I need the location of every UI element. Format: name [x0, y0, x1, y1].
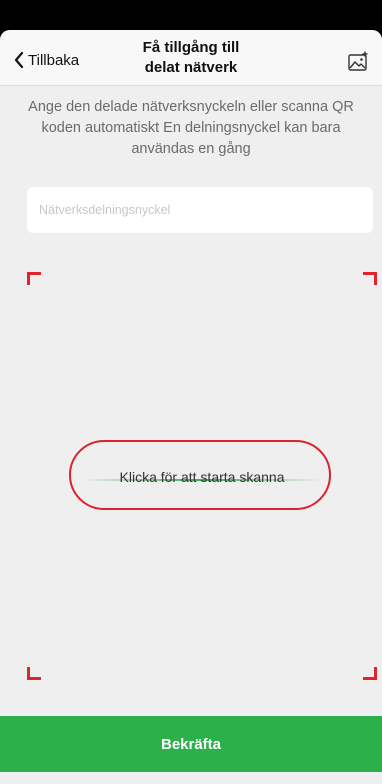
page-title-line-2: delat nätverk: [144, 59, 238, 76]
network-key-input[interactable]: [27, 187, 373, 233]
instructions-text: Ange den delade nätverksnyckeln eller sc…: [28, 99, 354, 157]
back-label: Tillbaka: [28, 51, 80, 69]
gallery-button[interactable]: [346, 50, 370, 74]
screen-sheet: Tillbaka Få tillgång till delat nätverk …: [0, 30, 382, 784]
confirm-button[interactable]: Bekräfta: [0, 716, 382, 772]
back-button[interactable]: Tillbaka: [14, 48, 79, 72]
qr-scan-area[interactable]: Klicka för att starta skanna: [27, 272, 377, 680]
navigation-bar: Tillbaka Få tillgång till delat nätverk: [0, 30, 382, 86]
page-title-line-1: Få tillgång till: [142, 39, 240, 56]
chevron-left-icon: [14, 52, 24, 68]
gallery-icon: [348, 51, 368, 71]
scan-corner-top-right: [363, 272, 377, 285]
scan-corner-bottom-right: [363, 667, 377, 680]
highlight-ring: [69, 440, 331, 510]
status-bar: [0, 0, 382, 30]
bottom-safe-area: [0, 772, 382, 784]
scan-corner-bottom-left: [27, 667, 41, 680]
page-title: Få tillgång till delat nätverk: [100, 38, 282, 78]
scan-corner-top-left: [27, 272, 41, 285]
